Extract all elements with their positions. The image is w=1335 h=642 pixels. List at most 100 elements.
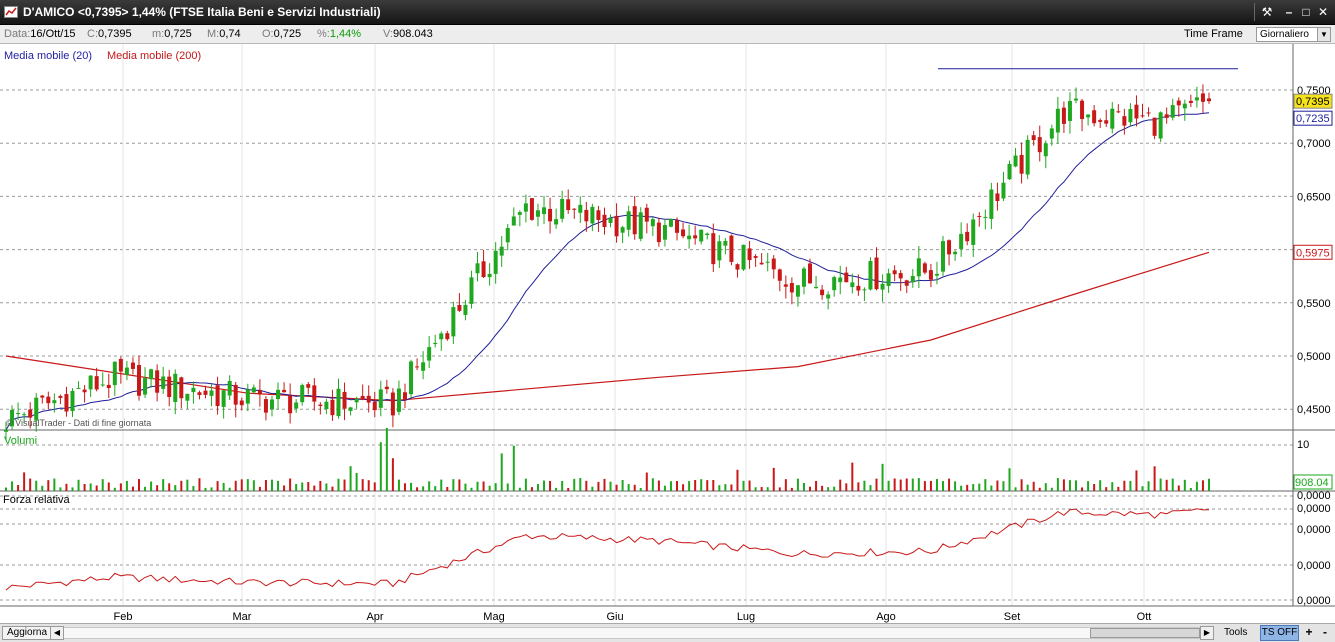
chevron-down-icon[interactable]: ▼ bbox=[1317, 28, 1330, 41]
horizontal-scrollbar[interactable] bbox=[64, 627, 1200, 639]
volume-bar bbox=[264, 480, 267, 491]
close-info: C:0,7395 bbox=[87, 28, 132, 40]
candle-body bbox=[130, 362, 135, 369]
candle-body bbox=[723, 240, 728, 246]
legend-ma200[interactable]: Media mobile (200) bbox=[107, 50, 201, 62]
volume-bar bbox=[319, 480, 322, 491]
volume-bar bbox=[567, 487, 570, 491]
candle-body bbox=[124, 367, 129, 375]
ts-off-button[interactable]: TS OFF bbox=[1260, 625, 1299, 641]
price-tick-label: 0,7000 bbox=[1297, 138, 1331, 150]
pin-tool-icon[interactable]: ⚒ bbox=[1259, 4, 1275, 20]
volume-bar bbox=[464, 483, 467, 491]
candle-body bbox=[64, 394, 69, 412]
volume-bar bbox=[65, 483, 68, 491]
refresh-button[interactable]: Aggiorna bbox=[2, 626, 53, 640]
volume-bar bbox=[168, 483, 171, 491]
scroll-left-icon[interactable]: ◀ bbox=[50, 626, 64, 640]
volume-bar bbox=[645, 472, 648, 491]
candle-body bbox=[602, 214, 607, 228]
volume-bar bbox=[815, 480, 818, 491]
volume-bar bbox=[549, 480, 552, 491]
candle-body bbox=[1194, 97, 1199, 101]
volume-bar bbox=[35, 480, 38, 491]
candle-body bbox=[1176, 100, 1181, 106]
volume-bar bbox=[1177, 485, 1180, 491]
candle-body bbox=[632, 206, 637, 235]
close-icon[interactable]: ✕ bbox=[1315, 4, 1331, 20]
volume-bar bbox=[234, 480, 237, 491]
candle-body bbox=[118, 358, 123, 372]
candle-body bbox=[1074, 98, 1079, 101]
candle-body bbox=[239, 400, 244, 406]
volume-bar bbox=[1195, 481, 1198, 491]
volume-bar bbox=[385, 427, 388, 491]
volume-bar bbox=[1129, 480, 1132, 491]
volume-bar bbox=[942, 481, 945, 491]
volume-bar bbox=[893, 478, 896, 491]
volume-bar bbox=[476, 481, 479, 491]
scroll-right-icon[interactable]: ▶ bbox=[1200, 626, 1214, 640]
tools-button[interactable]: Tools bbox=[1218, 626, 1253, 640]
candle-body bbox=[560, 198, 565, 219]
volume-bar bbox=[325, 483, 328, 491]
candle-body bbox=[644, 207, 649, 222]
volume-bar bbox=[1117, 486, 1120, 491]
candle-body bbox=[427, 347, 432, 361]
candle-body bbox=[433, 342, 438, 345]
candle-body bbox=[747, 248, 752, 261]
scrollbar-thumb[interactable] bbox=[1090, 628, 1200, 638]
volume-bar bbox=[1183, 479, 1186, 491]
candle-body bbox=[336, 388, 341, 417]
candle-body bbox=[650, 219, 655, 227]
price-chart[interactable]: 0,75000,70000,65000,55000,50000,4500100,… bbox=[0, 44, 1335, 623]
candle-body bbox=[100, 384, 105, 386]
candle-body bbox=[838, 277, 843, 283]
volume-bar bbox=[1032, 481, 1035, 491]
volume-bar bbox=[676, 480, 679, 491]
candle-body bbox=[753, 256, 758, 258]
month-label: Ott bbox=[1137, 611, 1152, 623]
volume-bar bbox=[802, 482, 805, 491]
zoom-in-button[interactable]: + bbox=[1302, 626, 1316, 640]
volume-bar bbox=[162, 479, 165, 491]
candle-body bbox=[1007, 163, 1012, 180]
volume-bar bbox=[1020, 479, 1023, 491]
timeframe-select[interactable]: Giornaliero ▼ bbox=[1256, 27, 1331, 42]
date-value: 16/Ott/15 bbox=[30, 28, 76, 40]
candle-body bbox=[1152, 117, 1157, 136]
volume-bar bbox=[881, 463, 884, 491]
volume-bar bbox=[536, 484, 539, 491]
candle-body bbox=[16, 413, 21, 415]
candle-body bbox=[1055, 108, 1060, 133]
candle-body bbox=[1164, 114, 1169, 118]
candle-body bbox=[493, 250, 498, 274]
volume-tick-label: 10 bbox=[1297, 439, 1309, 451]
max-info: M:0,74 bbox=[207, 28, 241, 40]
candle-body bbox=[1013, 155, 1018, 167]
candle-body bbox=[820, 289, 825, 296]
candle-body bbox=[415, 366, 420, 368]
volume-bar bbox=[23, 472, 26, 491]
candle-body bbox=[263, 399, 268, 413]
candle-body bbox=[511, 216, 516, 226]
min-info: m:0,725 bbox=[152, 28, 192, 40]
legend-ma20[interactable]: Media mobile (20) bbox=[4, 50, 92, 62]
candle-body bbox=[699, 229, 704, 242]
volume-bar bbox=[784, 479, 787, 491]
volume-bar bbox=[144, 486, 147, 491]
volume-bar bbox=[1062, 479, 1065, 491]
candle-body bbox=[1188, 100, 1193, 103]
zoom-out-button[interactable]: - bbox=[1318, 626, 1332, 640]
candle-body bbox=[771, 258, 776, 270]
volume-bar bbox=[530, 487, 533, 491]
volume-bar bbox=[742, 480, 745, 491]
candle-body bbox=[904, 280, 909, 286]
candle-body bbox=[1182, 103, 1187, 109]
candle-body bbox=[1140, 115, 1145, 117]
candle-body bbox=[330, 399, 335, 416]
candle-body bbox=[161, 376, 166, 389]
maximize-icon[interactable]: □ bbox=[1298, 4, 1314, 20]
candle-body bbox=[1086, 114, 1091, 118]
minimize-icon[interactable]: – bbox=[1281, 4, 1297, 20]
